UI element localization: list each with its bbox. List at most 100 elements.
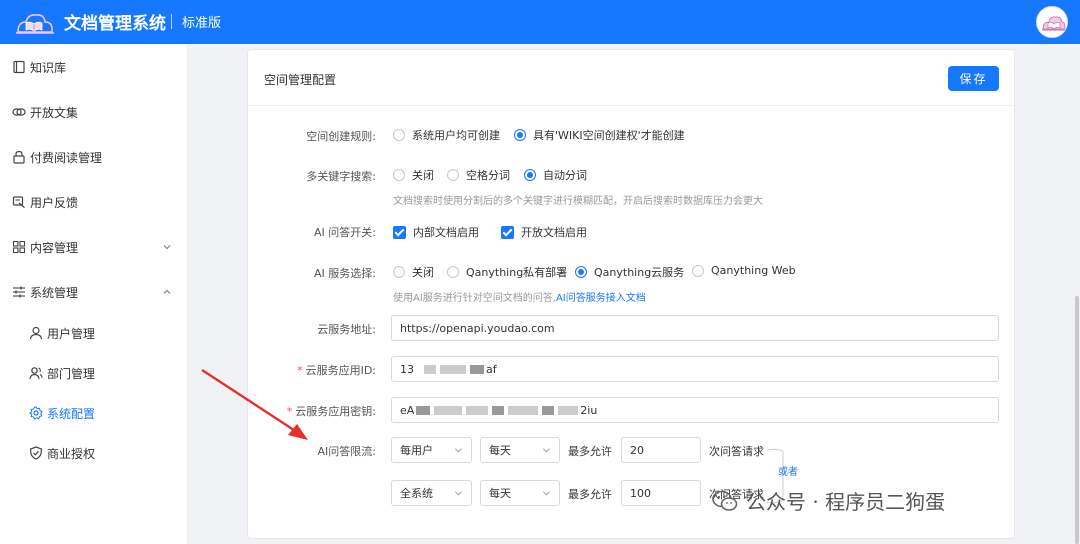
radio-button[interactable] [393, 169, 405, 181]
multi-keyword-option-off[interactable]: 关闭 [393, 167, 434, 183]
card-title: 空间管理配置 [264, 73, 337, 87]
space-rule-option-wiki-permission[interactable]: 具有'WIKI空间创建权'才能创建 [514, 127, 685, 143]
sidebar-item-label: 商业授权 [47, 446, 96, 461]
radio-button[interactable] [447, 169, 459, 181]
cloud-address-label: 云服务地址: [317, 323, 376, 336]
rate-limit-period-select-1[interactable]: 每天 [480, 437, 560, 463]
app-title: 文档管理系统 [64, 14, 166, 34]
redaction-mask [434, 405, 463, 415]
lock-icon [13, 150, 25, 164]
ai-service-option-web[interactable]: Qanything Web [692, 264, 796, 277]
ai-service-option-private[interactable]: Qanything私有部署 [447, 264, 567, 280]
multi-keyword-label: 多关键字搜索: [306, 170, 376, 183]
option-label: 具有'WIKI空间创建权'才能创建 [533, 129, 685, 142]
edition-label: 标准版 [182, 16, 222, 31]
cloud-address-input[interactable]: https://openapi.youdao.com [391, 315, 999, 341]
label-text: 云服务应用ID: [305, 364, 376, 377]
link-icon [12, 108, 26, 116]
redaction-mask [492, 405, 505, 415]
user-icon [29, 326, 43, 340]
wechat-icon [712, 490, 738, 511]
chevron-down-icon [163, 245, 171, 250]
sidebar-item-user-feedback[interactable]: 用户反馈 [0, 184, 188, 220]
select-value: 每天 [489, 487, 511, 500]
app-logo-icon [16, 14, 54, 34]
rate-limit-scope-select-2[interactable]: 全系统 [391, 480, 472, 506]
select-value: 每用户 [400, 444, 433, 457]
avatar[interactable] [1036, 6, 1068, 38]
chevron-down-icon [543, 448, 550, 453]
sidebar-item-label: 知识库 [30, 60, 67, 75]
option-label: 开放文档启用 [521, 226, 587, 239]
redaction-mask [508, 405, 539, 415]
gear-icon [29, 406, 43, 420]
sidebar: 知识库 开放文集 付费阅读管理 用户反馈 内容管理 系统管理 用户管理 部门管理… [0, 44, 188, 544]
input-value-end: af [486, 362, 497, 376]
redaction-mask [558, 405, 579, 415]
radio-button[interactable] [393, 129, 405, 141]
option-label: 自动分词 [543, 169, 587, 182]
unit-label-1: 次问答请求 [709, 445, 764, 458]
radio-button[interactable] [575, 266, 587, 278]
ai-switch-open-docs[interactable]: 开放文档启用 [501, 224, 587, 240]
sidebar-subitem-system-config[interactable]: 系统配置 [0, 396, 188, 430]
checkbox[interactable] [393, 225, 406, 239]
sliders-icon [13, 286, 25, 298]
shield-icon [29, 446, 43, 460]
radio-button[interactable] [692, 264, 704, 277]
sidebar-subitem-business-license[interactable]: 商业授权 [0, 436, 188, 470]
sidebar-subitem-department-management[interactable]: 部门管理 [0, 356, 188, 390]
rate-limit-period-select-2[interactable]: 每天 [480, 480, 560, 506]
ai-switch-internal-docs[interactable]: 内部文档启用 [393, 224, 479, 240]
redaction-mask [542, 405, 555, 415]
checkbox[interactable] [501, 225, 514, 239]
rate-limit-count-input-1[interactable]: 20 [621, 437, 701, 463]
cloud-app-id-input[interactable]: 13 af [391, 356, 999, 382]
redaction-mask [466, 405, 489, 415]
sidebar-item-label: 部门管理 [47, 366, 96, 381]
sidebar-item-open-collections[interactable]: 开放文集 [0, 94, 188, 130]
sidebar-item-label: 用户管理 [47, 326, 96, 341]
redaction-mask [424, 364, 436, 374]
ai-service-option-off[interactable]: 关闭 [393, 264, 434, 280]
sidebar-item-paid-reading[interactable]: 付费阅读管理 [0, 139, 188, 175]
rate-limit-scope-select-1[interactable]: 每用户 [391, 437, 472, 463]
chevron-down-icon [543, 491, 550, 496]
or-toggle-link[interactable]: 或者 [778, 463, 798, 478]
ai-service-label: AI 服务选择: [314, 267, 376, 280]
redaction-mask [440, 364, 466, 374]
rate-limit-count-input-2[interactable]: 100 [621, 480, 701, 506]
ai-service-option-cloud[interactable]: Qanything云服务 [575, 264, 684, 280]
allow-label-2: 最多允许 [568, 488, 612, 501]
sidebar-item-content-management[interactable]: 内容管理 [0, 229, 188, 265]
chevron-down-icon [455, 491, 462, 496]
ai-service-docs-link[interactable]: AI问答服务接入文档 [556, 293, 646, 304]
multi-keyword-option-auto-split[interactable]: 自动分词 [524, 167, 587, 183]
sidebar-item-label: 付费阅读管理 [30, 150, 103, 165]
option-label: Qanything私有部署 [466, 266, 568, 279]
top-bar: 文档管理系统 标准版 [0, 0, 1080, 44]
radio-button[interactable] [447, 266, 459, 278]
scrollbar[interactable] [1075, 296, 1079, 544]
cloud-app-secret-input[interactable]: eA 2iu [391, 397, 999, 423]
save-button[interactable]: 保存 [948, 66, 999, 91]
hint-text: 使用AI服务进行针对空间文档的问答, [393, 293, 556, 304]
sidebar-item-label: 开放文集 [30, 105, 79, 120]
redaction-mask [470, 364, 484, 374]
avatar-logo-icon [1042, 16, 1066, 31]
title-divider [171, 14, 172, 29]
sidebar-item-label: 用户反馈 [30, 195, 79, 210]
feedback-icon [12, 196, 25, 208]
allow-label-1: 最多允许 [568, 445, 612, 458]
multi-keyword-option-space-split[interactable]: 空格分词 [447, 167, 510, 183]
radio-button[interactable] [524, 169, 536, 181]
select-value: 全系统 [400, 487, 433, 500]
sidebar-item-knowledge-base[interactable]: 知识库 [0, 49, 188, 85]
sidebar-item-system-management[interactable]: 系统管理 [0, 274, 188, 310]
space-rule-option-all-users[interactable]: 系统用户均可创建 [393, 127, 500, 143]
sidebar-subitem-user-management[interactable]: 用户管理 [0, 316, 188, 350]
input-value-start: 13 [400, 362, 414, 376]
ai-switch-label: AI 问答开关: [314, 226, 376, 239]
radio-button[interactable] [514, 129, 526, 141]
radio-button[interactable] [393, 266, 405, 278]
